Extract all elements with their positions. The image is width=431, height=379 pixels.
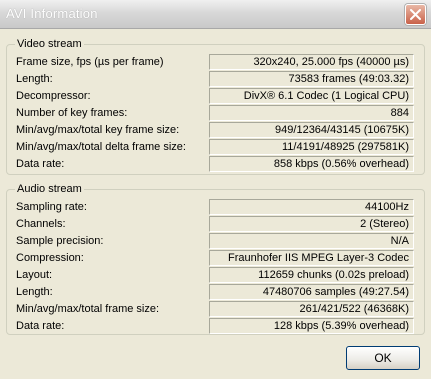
row-label: Data rate: (16, 320, 65, 332)
row-label: Sampling rate: (16, 201, 87, 213)
row-label: Min/avg/max/total delta frame size: (16, 141, 186, 153)
avi-information-dialog: AVI Information Video stream Frame size,… (0, 0, 431, 379)
row-value: 11/4191/48925 (297581K) (209, 139, 414, 155)
row-value: 858 kbps (0.56% overhead) (209, 156, 414, 172)
audio-stream-title: Audio stream (15, 183, 84, 195)
row-label: Data rate: (16, 158, 65, 170)
row-label: Decompressor: (16, 90, 91, 102)
row-value: 949/12364/43145 (10675K) (209, 122, 414, 138)
video-stream-title: Video stream (15, 38, 84, 50)
row-label: Length: (16, 286, 53, 298)
row-value: 128 kbps (5.39% overhead) (209, 318, 414, 334)
window-title: AVI Information (6, 6, 98, 21)
row-label: Number of key frames: (16, 107, 128, 119)
row-label: Layout: (16, 269, 53, 281)
row-label: Length: (16, 73, 53, 85)
row-value: 320x240, 25.000 fps (40000 µs) (209, 54, 414, 70)
row-label: Frame size, fps (µs per frame) (16, 56, 164, 68)
row-value: 2 (Stereo) (209, 216, 414, 232)
ok-button[interactable]: OK (346, 346, 420, 370)
row-label: Channels: (16, 218, 66, 230)
close-button[interactable] (405, 4, 426, 25)
row-value: Fraunhofer IIS MPEG Layer-3 Codec (209, 250, 414, 266)
audio-stream-group: Audio stream Sampling rate: 44100Hz Chan… (6, 183, 425, 335)
title-bar[interactable]: AVI Information (0, 0, 431, 29)
row-value: 112659 chunks (0.02s preload) (209, 267, 414, 283)
row-label: Min/avg/max/total key frame size: (16, 124, 180, 136)
row-label: Compression: (16, 252, 84, 264)
row-value: DivX® 6.1 Codec (1 Logical CPU) (209, 88, 414, 104)
row-value: 884 (209, 105, 414, 121)
row-value: 73583 frames (49:03.32) (209, 71, 414, 87)
close-icon (410, 9, 421, 20)
row-label: Min/avg/max/total frame size: (16, 303, 160, 315)
video-stream-group: Video stream Frame size, fps (µs per fra… (6, 38, 425, 175)
row-value: 47480706 samples (49:27.54) (209, 284, 414, 300)
row-value: 261/421/522 (46368K) (209, 301, 414, 317)
row-value: N/A (209, 233, 414, 249)
row-value: 44100Hz (209, 199, 414, 215)
row-label: Sample precision: (16, 235, 104, 247)
